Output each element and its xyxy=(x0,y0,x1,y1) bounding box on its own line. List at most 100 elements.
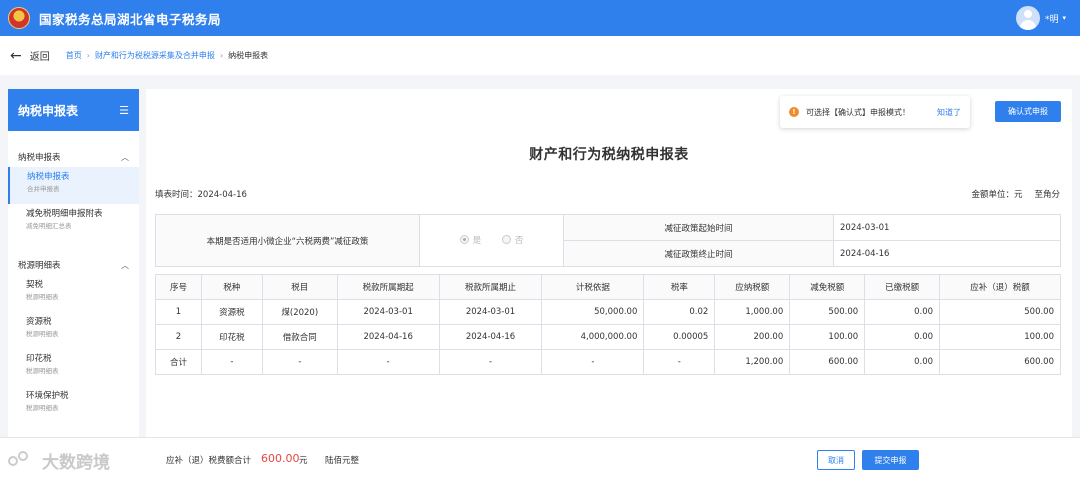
column-header: 税款所属期起 xyxy=(336,274,440,300)
radio-no-label[interactable]: 否 xyxy=(515,234,524,246)
table-cell: - xyxy=(438,349,543,375)
tax-emblem-logo xyxy=(8,7,30,29)
back-label[interactable]: 返回 xyxy=(30,48,50,63)
main-panel: ! 可选择【确认式】申报模式！ 知道了 确认式申报 财产和行为税纳税申报表 填表… xyxy=(146,89,1072,437)
sidebar-group-tax-source[interactable]: 税源明细表 ︿ xyxy=(8,255,139,275)
sidebar-item-label[interactable]: 印花税 xyxy=(26,352,121,364)
sidebar-item-label[interactable]: 减免税明细申报附表 xyxy=(26,207,121,219)
radio-yes-label[interactable]: 是 xyxy=(473,234,482,246)
user-name[interactable]: *明 xyxy=(1045,12,1059,25)
column-header: 已缴税额 xyxy=(864,274,941,300)
table-cell: - xyxy=(336,349,440,375)
column-header: 减免税额 xyxy=(789,274,866,300)
total-label: 应补（退）税费额合计 xyxy=(166,456,252,466)
sidebar-item-declaration-form[interactable]: 纳税申报表 合并申报表 xyxy=(8,167,139,204)
table-cell: 资源税 xyxy=(200,299,263,325)
table-cell: - xyxy=(261,349,338,375)
table-cell: 2024-03-01 xyxy=(438,299,543,325)
table-cell: 0.02 xyxy=(643,299,716,325)
radio-yes[interactable]: 是 xyxy=(459,234,482,246)
policy-start-label: 减征政策起始时间 xyxy=(563,214,834,241)
confirm-mode-button[interactable]: 确认式申报 xyxy=(995,101,1061,122)
submit-declaration-button[interactable]: 提交申报 xyxy=(862,450,919,470)
table-cell: 借款合同 xyxy=(261,324,338,350)
radio-checked-icon[interactable] xyxy=(459,235,469,245)
chevron-right-icon: › xyxy=(86,51,90,60)
table-cell: 合计 xyxy=(155,349,202,375)
chevron-up-icon[interactable]: ︿ xyxy=(121,152,129,163)
column-header: 税目 xyxy=(261,274,338,300)
table-row: 1 资源税 煤(2020) 2024-03-01 2024-03-01 50,0… xyxy=(155,299,1061,325)
sidebar-group-declaration[interactable]: 纳税申报表 ︿ xyxy=(8,147,139,167)
back-button[interactable]: ← 返回 xyxy=(10,48,50,64)
column-header: 税款所属期止 xyxy=(438,274,543,300)
chevron-up-icon[interactable]: ︿ xyxy=(121,260,129,271)
column-header: 应补（退）税额 xyxy=(939,274,1061,300)
table-cell: 500.00 xyxy=(939,299,1061,325)
sidebar-item-deed-tax[interactable]: 契税 税源明细表 xyxy=(8,275,139,312)
radio-unchecked-icon[interactable] xyxy=(501,235,511,245)
table-cell: 600.00 xyxy=(939,349,1061,375)
page-title: 财产和行为税纳税申报表 xyxy=(529,147,689,163)
user-menu[interactable]: *明 ▾ xyxy=(1015,6,1066,30)
sidebar-item-sub: 减免明细汇总表 xyxy=(26,222,72,230)
sidebar-item-resource-tax[interactable]: 资源税 税源明细表 xyxy=(8,312,139,349)
table-cell: - xyxy=(200,349,263,375)
policy-question: 本期是否适用小微企业“六税两费”减征政策 xyxy=(155,214,420,267)
breadcrumb-bar: ← 返回 首页 › 财产和行为税税源采集及合并申报 › 纳税申报表 xyxy=(0,36,1080,75)
sidebar-item-sub: 税源明细表 xyxy=(26,330,59,338)
watermark-logo-icon xyxy=(8,450,36,471)
policy-radio-group: 是 否 xyxy=(419,214,564,267)
chevron-down-icon[interactable]: ▾ xyxy=(1062,14,1066,22)
breadcrumb-tax-source[interactable]: 财产和行为税税源采集及合并申报 xyxy=(95,50,215,61)
watermark-text: 大数跨境 xyxy=(42,453,110,473)
table-row: 2 印花税 借款合同 2024-04-16 2024-04-16 4,000,0… xyxy=(155,324,1061,350)
table-header-row: 序号 税种 税目 税款所属期起 税款所属期止 计税依据 税率 应纳税额 减免税额… xyxy=(155,274,1061,300)
sidebar-item-sub: 合并申报表 xyxy=(27,185,60,193)
user-avatar-icon[interactable] xyxy=(1015,6,1040,30)
sidebar-item-label[interactable]: 资源税 xyxy=(26,315,121,327)
cancel-button[interactable]: 取消 xyxy=(817,450,855,470)
policy-start-value: 2024-03-01 xyxy=(833,214,1061,241)
reduction-policy-table: 本期是否适用小微企业“六税两费”减征政策 是 否 减征政策起始时间 2024-0… xyxy=(155,214,1061,267)
tip-dismiss-link[interactable]: 知道了 xyxy=(937,107,961,118)
column-header: 应纳税额 xyxy=(714,274,791,300)
breadcrumb: 首页 › 财产和行为税税源采集及合并申报 › 纳税申报表 xyxy=(66,50,268,61)
total-in-words: 陆佰元整 xyxy=(325,456,360,466)
table-cell: 100.00 xyxy=(789,324,866,350)
total-value: 600.00 xyxy=(261,452,300,465)
fill-date: 填表时间：2024-04-16 xyxy=(155,190,247,200)
sidebar-group-label[interactable]: 纳税申报表 xyxy=(18,151,61,163)
sidebar-item-environment-tax[interactable]: 环境保护税 税源明细表 xyxy=(8,386,139,423)
sidebar-item-reduction-schedule[interactable]: 减免税明细申报附表 减免明细汇总表 xyxy=(8,204,139,241)
sidebar-item-sub: 税源明细表 xyxy=(26,367,59,375)
menu-collapse-icon[interactable]: ☰ xyxy=(119,104,129,117)
amount-precision: 至角分 xyxy=(1034,190,1060,200)
radio-no[interactable]: 否 xyxy=(501,234,524,246)
arrow-left-icon[interactable]: ← xyxy=(10,48,22,64)
sidebar-item-label[interactable]: 环境保护税 xyxy=(26,389,121,401)
table-cell: 0.00 xyxy=(864,324,941,350)
top-header: 国家税务总局湖北省电子税务局 *明 ▾ xyxy=(0,0,1080,36)
column-header: 税率 xyxy=(643,274,716,300)
table-cell: 0.00 xyxy=(864,349,941,375)
site-title: 国家税务总局湖北省电子税务局 xyxy=(39,11,222,27)
breadcrumb-home[interactable]: 首页 xyxy=(66,50,82,61)
column-header: 税种 xyxy=(200,274,263,300)
table-cell: - xyxy=(643,349,716,375)
mode-tip-popover: ! 可选择【确认式】申报模式！ 知道了 xyxy=(780,96,970,128)
sidebar-item-sub: 税源明细表 xyxy=(26,293,59,301)
sidebar-title: 纳税申报表 xyxy=(18,103,79,118)
table-cell: 0.00 xyxy=(864,299,941,325)
table-cell: 0.00005 xyxy=(643,324,716,350)
sidebar-item-stamp-tax[interactable]: 印花税 税源明细表 xyxy=(8,349,139,386)
sidebar-group-label[interactable]: 税源明细表 xyxy=(18,259,61,271)
table-cell: 1,200.00 xyxy=(714,349,791,375)
sidebar-item-label[interactable]: 契税 xyxy=(26,278,121,290)
total-unit: 元 xyxy=(299,456,308,466)
table-cell: 2024-04-16 xyxy=(336,324,440,350)
table-cell: 煤(2020) xyxy=(261,299,338,325)
table-cell: 1,000.00 xyxy=(714,299,791,325)
table-cell: 600.00 xyxy=(789,349,866,375)
sidebar-item-label[interactable]: 纳税申报表 xyxy=(27,170,121,182)
